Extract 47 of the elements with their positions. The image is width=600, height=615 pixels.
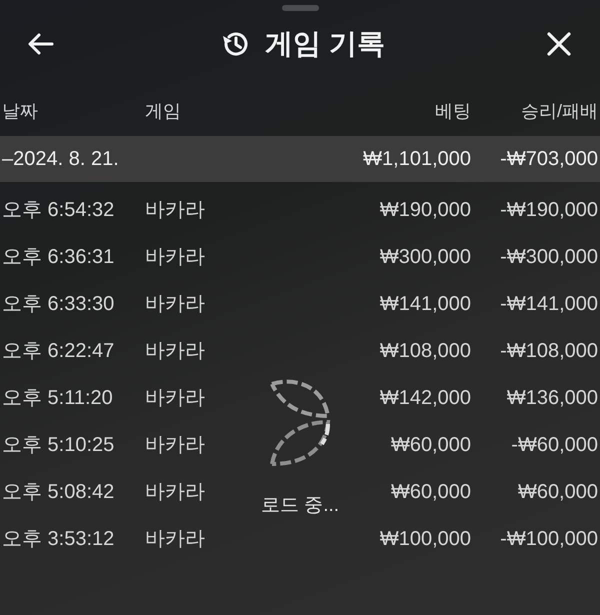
result-total-cell-text: -₩703,000 xyxy=(500,147,598,172)
bet-cell-text: ₩100,000 xyxy=(380,526,471,552)
date-cell-text: –2024. 8. 21. xyxy=(2,147,119,172)
back-arrow-icon xyxy=(28,33,54,55)
result-cell-text: -₩100,000 xyxy=(500,526,598,552)
column-header: 베팅 xyxy=(435,100,471,123)
result-cell-text: -₩60,000 xyxy=(511,432,598,458)
bet-cell-text: ₩300,000 xyxy=(380,244,471,270)
bet-cell-text: ₩142,000 xyxy=(380,386,471,410)
game-cell-text: 바카라 xyxy=(145,386,205,410)
time-cell-text: 오후 3:53:12 xyxy=(2,526,114,552)
date-group-row[interactable]: –2024. 8. 21. ₩1,101,000 -₩703,000 xyxy=(0,136,600,182)
result-cell-text: -₩108,000 xyxy=(500,338,598,364)
column-header: 승리/패배 xyxy=(520,100,598,123)
bet-cell-text: ₩60,000 xyxy=(390,432,471,458)
result-cell-text: -₩141,000 xyxy=(500,292,598,316)
game-cell-text: 바카라 xyxy=(145,480,205,504)
game-cell-text: 바카라 xyxy=(145,244,205,270)
bet-total-cell-text: ₩1,101,000 xyxy=(363,147,471,172)
column-header: 게임 xyxy=(145,100,181,123)
game-cell-text: 바카라 xyxy=(145,338,205,364)
game-cell-text: 바카라 xyxy=(145,432,205,458)
result-cell-text: ₩136,000 xyxy=(506,386,598,410)
time-cell-text: 오후 5:10:25 xyxy=(2,432,114,458)
time-cell-text: 오후 6:33:30 xyxy=(2,292,114,316)
loading-label: 로드 중... xyxy=(260,494,340,518)
game-cell-text: 바카라 xyxy=(145,198,205,222)
column-header: 날짜 xyxy=(2,100,38,123)
loading-spinner-icon xyxy=(268,378,332,468)
history-icon xyxy=(221,30,250,58)
window-title: 게임 기록 xyxy=(265,27,385,61)
time-cell-text: 오후 6:36:31 xyxy=(2,244,114,270)
bet-cell-text: ₩190,000 xyxy=(380,198,471,222)
close-icon xyxy=(547,32,571,56)
result-cell-text: -₩300,000 xyxy=(500,244,598,270)
bet-cell-text: ₩141,000 xyxy=(380,292,471,316)
game-cell-text: 바카라 xyxy=(145,292,205,316)
bet-cell-text: ₩60,000 xyxy=(390,480,471,504)
game-cell-text: 바카라 xyxy=(145,526,205,552)
time-cell-text: 오후 5:08:42 xyxy=(2,480,114,504)
bet-cell-text: ₩108,000 xyxy=(380,338,471,364)
time-cell-text: 오후 5:11:20 xyxy=(2,386,113,410)
time-cell-text: 오후 6:22:47 xyxy=(2,338,114,364)
result-cell-text: ₩60,000 xyxy=(518,480,598,504)
result-cell-text: -₩190,000 xyxy=(500,198,598,222)
drag-handle[interactable] xyxy=(282,5,318,11)
time-cell-text: 오후 6:54:32 xyxy=(2,198,114,222)
